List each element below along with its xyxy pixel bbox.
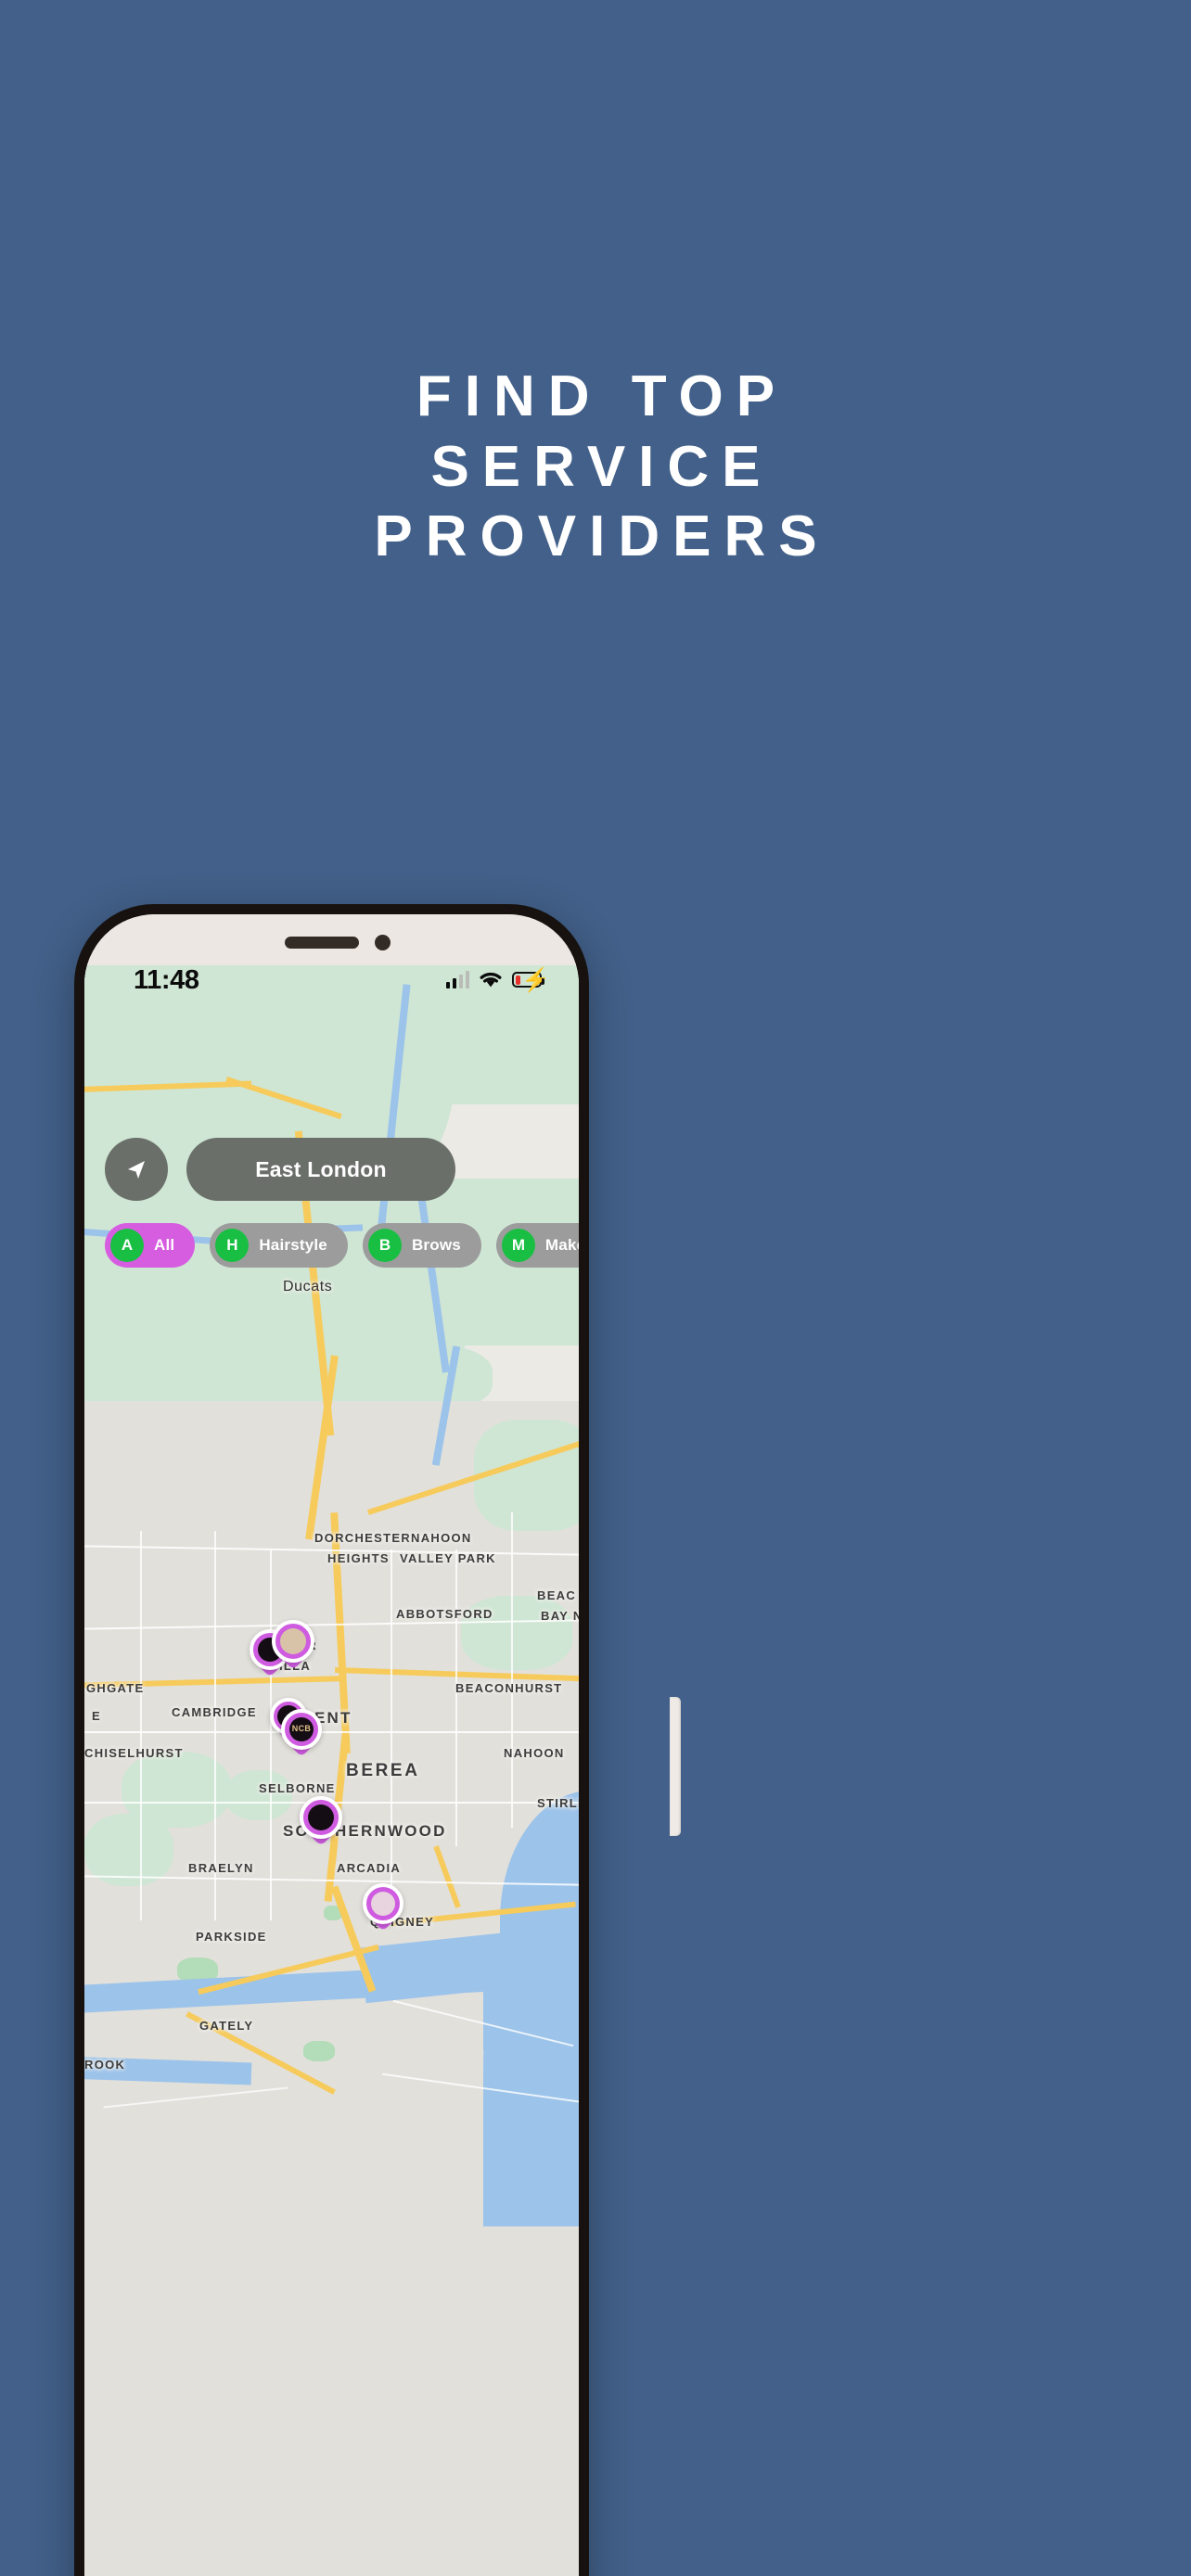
headline-line-2: SERVICE <box>430 434 774 499</box>
map-pin-head: NCB <box>281 1709 322 1750</box>
locate-me-button[interactable] <box>105 1138 168 1201</box>
navigation-arrow-icon <box>128 1161 145 1179</box>
filter-chip-icon: M <box>501 1229 535 1262</box>
provider-pin-quigney[interactable] <box>363 1883 403 1932</box>
provider-pin-southernwood[interactable] <box>300 1796 342 1847</box>
provider-avatar <box>370 1891 396 1917</box>
page-title: FIND TOP SERVICE PROVIDERS <box>0 362 1191 572</box>
phone-body: DORCHESTER HEIGHTS NAHOON VALLEY PARK ABBOTS… <box>84 914 579 2576</box>
location-search-field[interactable]: East London <box>186 1138 455 1201</box>
power-button[interactable] <box>670 1697 681 1836</box>
filter-chip-label: All <box>154 1236 175 1254</box>
phone-screen: DORCHESTER HEIGHTS NAHOON VALLEY PARK ABBOTS… <box>84 956 579 2576</box>
filter-chip-all[interactable]: A All <box>105 1223 196 1268</box>
map-label-ducats: Ducats <box>283 1279 333 1294</box>
speaker-grille-icon <box>285 937 359 949</box>
map-pin-head <box>363 1883 403 1924</box>
provider-pin-cambridge-villa-2[interactable] <box>272 1620 314 1671</box>
provider-avatar <box>307 1804 335 1831</box>
category-filter-bar[interactable]: AAllHHairstyleBBrowsMMakeupNNails <box>105 1223 579 1268</box>
front-camera-icon <box>375 935 391 950</box>
headline-line-3: PROVIDERS <box>374 504 830 569</box>
filter-chip-label: Brows <box>411 1236 461 1254</box>
map-pin-head <box>300 1796 342 1839</box>
filter-chip-icon: H <box>215 1229 250 1262</box>
filter-chip-label: Hairstyle <box>259 1236 327 1254</box>
filter-chip-icon: B <box>367 1229 402 1262</box>
headline-line-1: FIND TOP <box>416 364 788 428</box>
filter-chip-icon: A <box>110 1229 144 1262</box>
provider-avatar: NCB <box>288 1716 314 1742</box>
phone-mockup: DORCHESTER HEIGHTS NAHOON VALLEY PARK ABBOTS… <box>74 904 681 2576</box>
provider-avatar <box>279 1627 307 1655</box>
provider-pin-vincent-2[interactable]: NCB <box>281 1709 322 1757</box>
filter-chip-label: Makeup <box>544 1236 579 1254</box>
map-pin-head <box>272 1620 314 1663</box>
filter-chip-makeup[interactable]: M Makeup <box>495 1223 579 1268</box>
phone-top-bezel <box>84 914 579 965</box>
filter-chip-brows[interactable]: B Brows <box>362 1223 481 1268</box>
filter-chip-hairstyle[interactable]: H Hairstyle <box>210 1223 348 1268</box>
location-search-value: East London <box>255 1156 387 1181</box>
